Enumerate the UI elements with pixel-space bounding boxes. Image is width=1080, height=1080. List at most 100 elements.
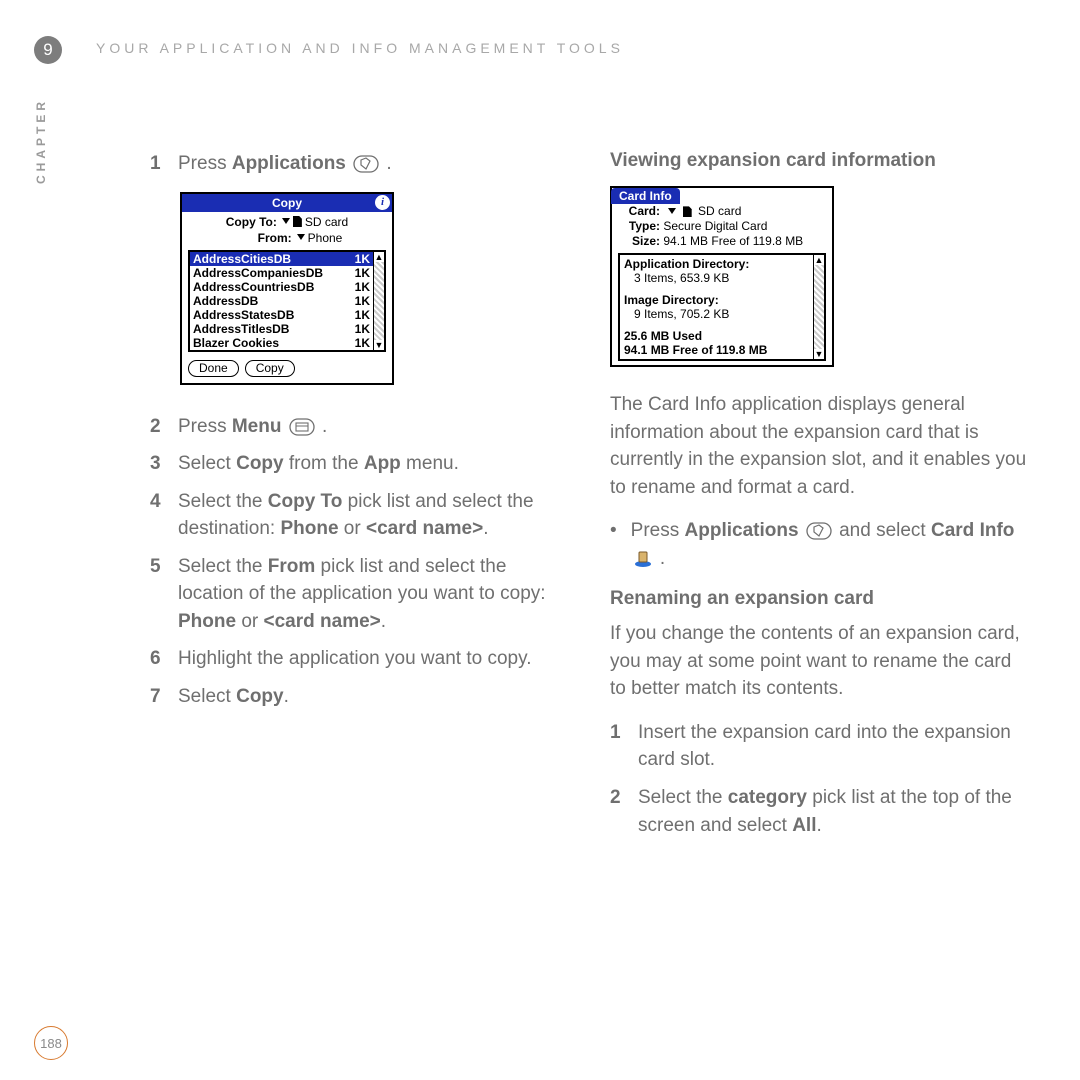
- step-bold: Copy: [236, 453, 284, 474]
- dropdown-arrow-icon[interactable]: [297, 234, 305, 240]
- item-size: 1K: [355, 322, 370, 336]
- free-value: 94.1 MB Free of 119.8 MB: [624, 343, 809, 357]
- item-size: 1K: [355, 294, 370, 308]
- imgdir-value: 9 Items, 705.2 KB: [624, 307, 809, 321]
- sd-card-icon: [683, 206, 692, 217]
- step-text: .: [816, 815, 821, 836]
- step-text: Select: [178, 686, 236, 707]
- step-text: .: [317, 416, 328, 437]
- scroll-track[interactable]: [374, 262, 384, 340]
- step-text: or: [236, 611, 263, 632]
- scroll-track[interactable]: [814, 265, 824, 349]
- step-text: menu.: [401, 453, 459, 474]
- item-name: AddressStatesDB: [193, 308, 294, 322]
- step-text: Press: [178, 153, 232, 174]
- step-text: .: [381, 153, 392, 174]
- step-bold: <card name>: [264, 611, 381, 632]
- scrollbar[interactable]: ▲ ▼: [813, 255, 824, 359]
- done-button[interactable]: Done: [188, 360, 239, 377]
- step-text: .: [381, 611, 386, 632]
- applications-key-icon: [806, 522, 832, 540]
- item-name: AddressCompaniesDB: [193, 266, 323, 280]
- imgdir-label: Image Directory:: [624, 293, 809, 307]
- bullet-bold: Card Info: [931, 520, 1014, 541]
- step-bold: Phone: [178, 611, 236, 632]
- list-item[interactable]: AddressDB 1K: [190, 294, 373, 308]
- size-value: 94.1 MB Free of 119.8 MB: [663, 234, 803, 248]
- step-number: 2: [150, 413, 164, 441]
- step-text: or: [339, 518, 366, 539]
- item-size: 1K: [355, 280, 370, 294]
- item-name: AddressCountriesDB: [193, 280, 314, 294]
- list-item[interactable]: AddressCitiesDB 1K: [190, 252, 373, 266]
- step-bold: All: [792, 815, 816, 836]
- palm-copy-dialog: Copy i Copy To: SD card From: Phone Addr…: [180, 192, 394, 385]
- item-size: 1K: [355, 252, 370, 266]
- step-bold: category: [728, 787, 807, 808]
- list-item[interactable]: AddressCountriesDB 1K: [190, 280, 373, 294]
- step-7: 7 Select Copy.: [150, 683, 570, 711]
- appdir-value: 3 Items, 653.9 KB: [624, 271, 809, 285]
- cardinfo-tab: Card Info: [611, 188, 680, 204]
- list-item[interactable]: Blazer Cookies1K: [190, 336, 373, 350]
- palm-listbox[interactable]: AddressCitiesDB1K AddressCompaniesDB1K A…: [188, 250, 386, 352]
- cardinfo-box: Application Directory: 3 Items, 653.9 KB…: [618, 253, 826, 361]
- paragraph: If you change the contents of an expansi…: [610, 620, 1030, 703]
- applications-key-icon: [353, 155, 379, 173]
- step-text: .: [483, 518, 488, 539]
- step-5: 5 Select the From pick list and select t…: [150, 553, 570, 636]
- step-bold: Copy To: [268, 491, 343, 512]
- step-text: Insert the expansion card into the expan…: [638, 719, 1030, 774]
- bullet-item: • Press Applications and select Card Inf…: [610, 517, 1030, 572]
- step-text: Select the: [178, 556, 268, 577]
- paragraph: The Card Info application displays gener…: [610, 391, 1030, 501]
- step-text: from the: [284, 453, 364, 474]
- scroll-down-icon[interactable]: ▼: [375, 340, 384, 350]
- list-item[interactable]: AddressTitlesDB 1K: [190, 322, 373, 336]
- scroll-down-icon[interactable]: ▼: [815, 349, 824, 359]
- step-bold: Menu: [232, 416, 282, 437]
- step-text: Select the: [638, 787, 728, 808]
- scrollbar[interactable]: ▲ ▼: [373, 252, 384, 350]
- step-bold: Phone: [280, 518, 338, 539]
- sd-card-icon: [293, 216, 302, 227]
- bullet-bold: Applications: [685, 520, 799, 541]
- rename-step-1: 1 Insert the expansion card into the exp…: [610, 719, 1030, 774]
- item-size: 1K: [355, 336, 370, 350]
- palm-cardinfo-dialog: Card Info Card: SD card Type: Secure Dig…: [610, 186, 834, 367]
- step-bold: Applications: [232, 153, 346, 174]
- dropdown-arrow-icon[interactable]: [668, 208, 676, 214]
- from-value: Phone: [308, 231, 343, 245]
- step-3: 3 Select Copy from the App menu.: [150, 450, 570, 478]
- step-2: 2 Press Menu .: [150, 413, 570, 441]
- rename-step-2: 2 Select the category pick list at the t…: [610, 784, 1030, 839]
- step-number: 6: [150, 645, 164, 673]
- info-icon[interactable]: i: [375, 195, 390, 210]
- palm-titlebar: Copy i: [182, 194, 392, 212]
- step-number: 7: [150, 683, 164, 711]
- right-column: Viewing expansion card information Card …: [610, 150, 1030, 849]
- step-number: 1: [150, 150, 164, 178]
- item-name: AddressDB: [193, 294, 258, 308]
- menu-key-icon: [289, 418, 315, 436]
- copy-to-value: SD card: [305, 215, 348, 229]
- list-item[interactable]: AddressCompaniesDB1K: [190, 266, 373, 280]
- card-label: Card:: [618, 204, 660, 219]
- step-bold: Copy: [236, 686, 284, 707]
- step-bold: From: [268, 556, 316, 577]
- scroll-up-icon[interactable]: ▲: [815, 255, 824, 265]
- step-text: Highlight the application you want to co…: [178, 645, 570, 673]
- appdir-label: Application Directory:: [624, 257, 809, 271]
- step-number: 2: [610, 784, 624, 839]
- step-bold: <card name>: [366, 518, 483, 539]
- scroll-up-icon[interactable]: ▲: [375, 252, 384, 262]
- dropdown-arrow-icon[interactable]: [282, 218, 290, 224]
- list-item[interactable]: AddressStatesDB1K: [190, 308, 373, 322]
- size-label: Size:: [618, 234, 660, 249]
- item-name: AddressTitlesDB: [193, 322, 289, 336]
- copy-button[interactable]: Copy: [245, 360, 295, 377]
- palm-title: Copy: [272, 196, 302, 210]
- step-text: Press: [178, 416, 232, 437]
- step-bold: App: [364, 453, 401, 474]
- item-name: AddressCitiesDB: [193, 252, 291, 266]
